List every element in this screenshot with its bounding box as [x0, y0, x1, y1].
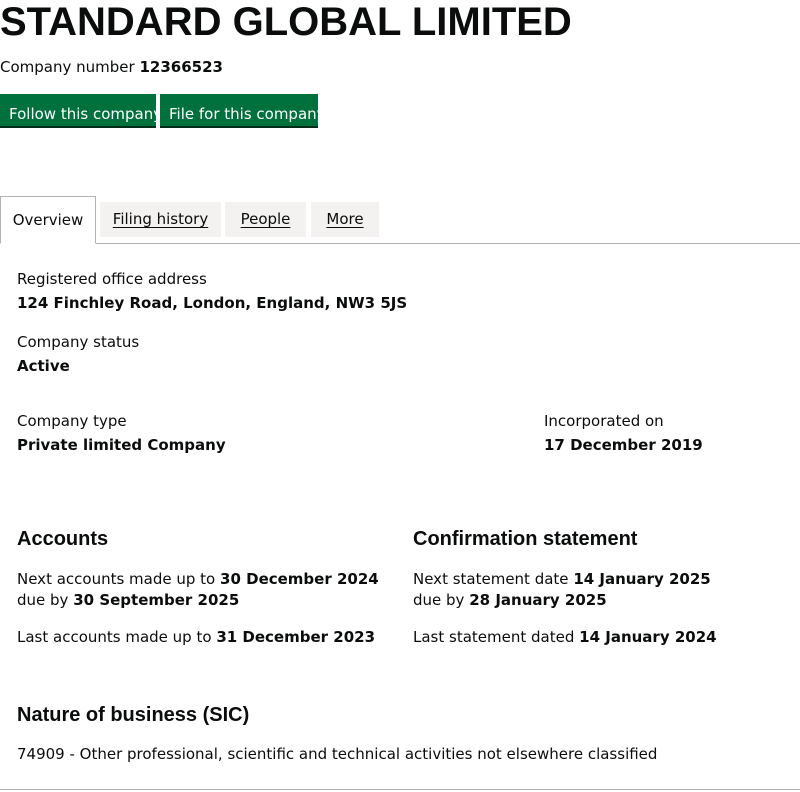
registered-office-value: 124 Finchley Road, London, England, NW3 … [17, 294, 408, 312]
incorporated-label: Incorporated on [544, 412, 664, 430]
bottom-divider [0, 789, 800, 790]
accounts-next-label: Next accounts made up to [17, 570, 216, 588]
accounts-heading: Accounts [17, 528, 109, 550]
confirmation-heading: Confirmation statement [413, 528, 638, 550]
accounts-next: Next accounts made up to 30 December 202… [17, 570, 379, 588]
tab-filing-history[interactable]: Filing history [100, 202, 221, 237]
accounts-due-label: due by [17, 591, 69, 609]
incorporated-value: 17 December 2019 [544, 436, 703, 454]
accounts-last-label: Last accounts made up to [17, 628, 212, 646]
confirmation-due-date: 28 January 2025 [469, 591, 607, 609]
company-number-value: 12366523 [139, 58, 223, 76]
confirmation-last-date: 14 January 2024 [579, 628, 717, 646]
tab-overview[interactable]: Overview [0, 196, 96, 244]
follow-company-button[interactable]: Follow this company [0, 94, 162, 128]
company-status-value: Active [17, 357, 70, 375]
registered-office-label: Registered office address [17, 270, 207, 288]
confirmation-due: due by 28 January 2025 [413, 591, 607, 609]
accounts-next-date: 30 December 2024 [220, 570, 379, 588]
file-for-company-button[interactable]: File for this company [160, 94, 326, 128]
confirmation-due-label: due by [413, 591, 465, 609]
confirmation-next-label: Next statement date [413, 570, 569, 588]
accounts-last-date: 31 December 2023 [216, 628, 376, 646]
nature-heading: Nature of business (SIC) [17, 704, 250, 726]
company-type-value: Private limited Company [17, 436, 226, 454]
confirmation-next-date: 14 January 2025 [573, 570, 711, 588]
confirmation-last-label: Last statement dated [413, 628, 575, 646]
accounts-due-date: 30 September 2025 [73, 591, 240, 609]
sic-item: 74909 - Other professional, scientific a… [17, 745, 658, 763]
company-tabs: Overview Filing history People More [0, 196, 800, 244]
company-number: Company number 12366523 [0, 58, 223, 76]
company-name: STANDARD GLOBAL LIMITED [0, 0, 572, 44]
company-type-label: Company type [17, 412, 127, 430]
company-status-label: Company status [17, 333, 140, 351]
company-number-label: Company number [0, 58, 135, 76]
confirmation-next: Next statement date 14 January 2025 [413, 570, 711, 588]
confirmation-last: Last statement dated 14 January 2024 [413, 628, 717, 646]
tab-more[interactable]: More [311, 202, 379, 237]
accounts-due: due by 30 September 2025 [17, 591, 239, 609]
accounts-last: Last accounts made up to 31 December 202… [17, 628, 375, 646]
tab-people[interactable]: People [225, 202, 306, 237]
